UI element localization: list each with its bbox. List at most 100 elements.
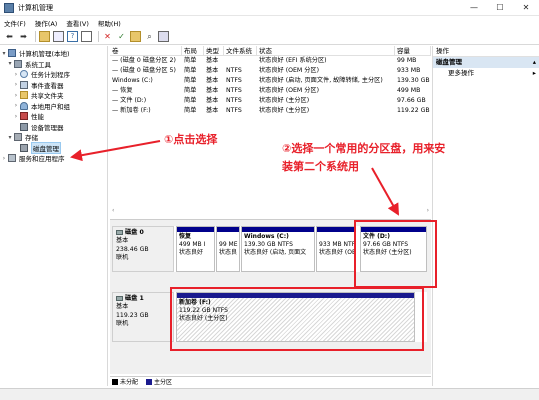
table-cell: NTFS	[226, 97, 242, 104]
tree-arrow-icon: ›	[14, 112, 18, 120]
column-header-layout[interactable]: 布局	[182, 46, 204, 55]
partition-name	[219, 233, 237, 241]
menu-bar: 文件(F) 操作(A) 查看(V) 帮助(H)	[0, 16, 539, 29]
table-row[interactable]: — 新加卷 (F:) 简单 基本 NTFS 状态良好 (主分区) 119.22 …	[110, 106, 431, 116]
table-cell: — 恢复	[112, 87, 133, 94]
window-controls: — ☐ ✕	[461, 0, 539, 16]
disk-management-icon	[20, 143, 28, 152]
table-cell: 933 MB	[397, 67, 421, 74]
legend-swatch	[146, 378, 153, 385]
column-header-filesystem[interactable]: 文件系统	[224, 46, 257, 55]
partition-recovery[interactable]: 恢复 499 MB I 状态良好	[176, 226, 215, 272]
table-row[interactable]: Windows (C:) 简单 基本 NTFS 状态良好 (启动, 页面文件, …	[110, 76, 431, 86]
tree-root[interactable]: ▾ 计算机管理(本地)	[0, 48, 107, 59]
table-cell: 97.66 GB	[397, 97, 426, 104]
table-cell: 状态良好 (OEM 分区)	[259, 67, 320, 74]
toolbar-separator	[35, 31, 36, 42]
table-cell: 状态良好 (主分区)	[259, 107, 310, 114]
back-icon[interactable]: ⬅	[4, 31, 15, 42]
table-cell: 基本	[206, 87, 219, 94]
scroll-left-icon[interactable]: ‹	[112, 207, 114, 214]
table-cell: 499 MB	[397, 87, 421, 94]
folder-icon[interactable]	[130, 31, 141, 42]
table-cell: — (磁盘 0 磁盘分区 2)	[112, 57, 176, 64]
computer-management-icon	[4, 2, 14, 13]
view-icon[interactable]	[158, 31, 169, 42]
tree-arrow-icon: ›	[14, 81, 18, 89]
table-row[interactable]: — (磁盘 0 磁盘分区 5) 简单 基本 NTFS 状态良好 (OEM 分区)…	[110, 66, 431, 76]
table-cell: 状态良好 (EFI 系统分区)	[259, 57, 327, 64]
partition-windows-c[interactable]: Windows (C:) 139.30 GB NTFS 状态良好 (启动, 页面文	[241, 226, 315, 272]
tree-item-shared-folders[interactable]: › 共享文件夹	[0, 90, 107, 101]
properties-icon[interactable]	[81, 31, 92, 42]
tree-item-local-users[interactable]: › 本地用户和组	[0, 101, 107, 112]
menu-file[interactable]: 文件(F)	[4, 18, 26, 28]
delete-icon[interactable]: ✕	[102, 31, 113, 42]
tree-item-event-viewer[interactable]: › 事件查看器	[0, 80, 107, 91]
column-header-capacity[interactable]: 容量	[395, 46, 431, 55]
table-cell: 简单	[184, 67, 197, 74]
console-tree-icon[interactable]	[53, 31, 64, 42]
disk-1-type: 基本	[116, 303, 129, 311]
computer-icon	[8, 49, 16, 58]
annotation-step-2-line-2: 装第二个系统用	[282, 160, 359, 173]
disk-1-state: 联机	[116, 320, 129, 328]
tree-item-label: 性能	[31, 113, 44, 122]
column-header-volume[interactable]: 卷	[110, 46, 182, 55]
actions-pane: 操作 磁盘管理 ▴ 更多操作 ▸	[432, 46, 539, 386]
up-folder-icon[interactable]	[39, 31, 50, 42]
column-header-type[interactable]: 类型	[204, 46, 224, 55]
tree-item-label: 共享文件夹	[31, 92, 64, 101]
toolbar-separator	[98, 31, 99, 42]
table-cell: 状态良好 (主分区)	[259, 97, 310, 104]
maximize-button[interactable]: ☐	[487, 0, 513, 16]
services-icon	[8, 154, 16, 163]
partition-name	[319, 233, 352, 241]
table-cell: — 新加卷 (F:)	[112, 107, 151, 114]
table-cell: 状态良好 (启动, 页面文件, 故障转储, 主分区)	[259, 77, 383, 84]
check-icon[interactable]: ✓	[116, 31, 127, 42]
disk-0-info[interactable]: 磁盘 0 基本 238.46 GB 联机	[112, 226, 174, 272]
tree-item-disk-management[interactable]: 磁盘管理	[0, 141, 107, 154]
title-bar: 计算机管理 — ☐ ✕	[0, 0, 539, 16]
tree-item-performance[interactable]: › 性能	[0, 111, 107, 122]
disk-0-size: 238.46 GB	[116, 245, 149, 253]
table-cell: NTFS	[226, 107, 242, 114]
volume-list: 卷 布局 类型 文件系统 状态 容量 — (磁盘 0 磁盘分区 2) 简单 基本…	[110, 46, 431, 218]
minimize-button[interactable]: —	[461, 0, 487, 16]
table-row[interactable]: — 文件 (D:) 简单 基本 NTFS 状态良好 (主分区) 97.66 GB	[110, 96, 431, 106]
help-icon[interactable]: ?	[67, 31, 78, 42]
table-cell: 基本	[206, 77, 219, 84]
actions-section-disk-management[interactable]: 磁盘管理 ▴	[433, 57, 539, 68]
close-button[interactable]: ✕	[513, 0, 539, 16]
annotation-step-2-line-1: ②选择一个常用的分区盘，用来安	[282, 142, 446, 155]
scroll-right-icon[interactable]: ›	[427, 207, 429, 214]
partition-name: 恢复	[179, 233, 192, 240]
menu-help[interactable]: 帮助(H)	[98, 18, 121, 28]
disk-icon	[116, 229, 123, 235]
tree-arrow-icon: ›	[14, 70, 18, 78]
menu-view[interactable]: 查看(V)	[66, 18, 89, 28]
table-cell: 基本	[206, 97, 219, 104]
partition-name: Windows (C:)	[244, 233, 289, 240]
tree-item-task-scheduler[interactable]: › 任务计划程序	[0, 69, 107, 80]
tree-item-services-apps[interactable]: › 服务和应用程序	[0, 153, 107, 164]
tree-item-label: 存储	[25, 134, 38, 143]
table-cell: 状态良好 (OEM 分区)	[259, 87, 320, 94]
table-row[interactable]: — (磁盘 0 磁盘分区 2) 简单 基本 状态良好 (EFI 系统分区) 99…	[110, 56, 431, 66]
tree-item-device-manager[interactable]: 设备管理器	[0, 122, 107, 133]
column-header-status[interactable]: 状态	[257, 46, 395, 55]
forward-icon[interactable]: ➡	[18, 31, 29, 42]
performance-icon	[20, 112, 28, 121]
partition-efi[interactable]: 99 ME 状态良	[216, 226, 240, 272]
horizontal-scrollbar[interactable]: ‹ ›	[110, 206, 431, 214]
menu-action[interactable]: 操作(A)	[35, 18, 58, 28]
disk-1-info[interactable]: 磁盘 1 基本 119.23 GB 联机	[112, 292, 174, 342]
table-row[interactable]: — 恢复 简单 基本 NTFS 状态良好 (OEM 分区) 499 MB	[110, 86, 431, 96]
more-actions-item[interactable]: 更多操作 ▸	[433, 68, 539, 79]
partition-oem[interactable]: 933 MB NTFS状态良好 (OEM	[316, 226, 355, 272]
search-icon[interactable]: ⌕	[144, 31, 155, 42]
volume-list-header: 卷 布局 类型 文件系统 状态 容量	[110, 46, 431, 56]
table-cell: NTFS	[226, 87, 242, 94]
tree-item-system-tools[interactable]: ▾ 系统工具	[0, 59, 107, 70]
